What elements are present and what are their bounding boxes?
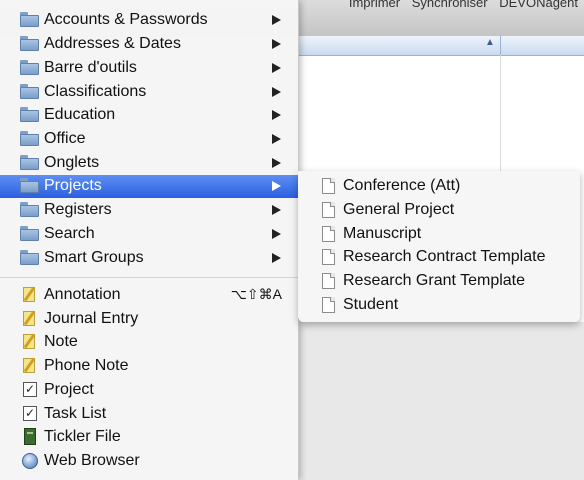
submenu-arrow-icon (272, 229, 281, 239)
menu-item-accounts-passwords[interactable]: Accounts & Passwords (0, 9, 298, 32)
document-icon (322, 226, 335, 242)
menu-item-label: Accounts & Passwords (44, 11, 208, 28)
menu-item-office[interactable]: Office (0, 128, 298, 151)
folder-icon (20, 250, 39, 266)
submenu-arrow-icon (272, 110, 281, 120)
projects-submenu: Conference (Att) General Project Manuscr… (298, 171, 580, 322)
menu-item-label: Registers (44, 201, 112, 218)
submenu-item-research-grant[interactable]: Research Grant Template (298, 270, 580, 293)
menu-item-label: Classifications (44, 83, 147, 100)
menu-item-phone-note[interactable]: Phone Note (0, 355, 298, 378)
menu-item-label: Phone Note (44, 357, 129, 374)
menu-item-project[interactable]: ✓ Project (0, 379, 298, 402)
menu-item-label: Web Browser (44, 452, 140, 469)
submenu-arrow-icon (272, 87, 281, 97)
submenu-arrow-icon (272, 134, 281, 144)
note-icon (23, 333, 37, 350)
menu-item-classifications[interactable]: Classifications (0, 81, 298, 104)
menu-item-registers[interactable]: Registers (0, 199, 298, 222)
folder-icon (20, 155, 39, 171)
sort-ascending-icon[interactable]: ▲ (485, 37, 495, 48)
submenu-item-label: Student (343, 296, 399, 313)
menu-item-label: Smart Groups (44, 249, 144, 266)
checkbox-icon: ✓ (23, 382, 37, 397)
submenu-item-label: Manuscript (343, 225, 422, 242)
menu-item-note[interactable]: Note (0, 331, 298, 354)
submenu-arrow-icon (272, 39, 281, 49)
folder-icon (20, 202, 39, 218)
column-divider (500, 36, 501, 55)
menu-item-onglets[interactable]: Onglets (0, 152, 298, 175)
menu-item-projects[interactable]: Projects (0, 175, 298, 198)
folder-icon (20, 36, 39, 52)
note-icon (23, 286, 37, 303)
folder-icon (20, 60, 39, 76)
menu-item-label: Projects (44, 177, 102, 194)
submenu-item-student[interactable]: Student (298, 294, 580, 317)
toolbar-sync-button[interactable]: Synchroniser (412, 0, 488, 10)
submenu-arrow-icon (272, 15, 281, 25)
document-icon (322, 249, 335, 265)
note-icon (23, 310, 37, 327)
submenu-item-label: Conference (Att) (343, 177, 461, 194)
submenu-arrow-icon (272, 205, 281, 215)
submenu-arrow-icon (272, 181, 281, 191)
submenu-arrow-icon (272, 253, 281, 263)
submenu-item-label: Research Grant Template (343, 272, 526, 289)
menu-item-journal-entry[interactable]: Journal Entry (0, 308, 298, 331)
submenu-item-research-contract[interactable]: Research Contract Template (298, 246, 580, 269)
menu-item-search[interactable]: Search (0, 223, 298, 246)
menu-item-label: Search (44, 225, 95, 242)
menu-separator (0, 277, 298, 278)
checkbox-icon: ✓ (23, 406, 37, 421)
menu-item-label: Barre d'outils (44, 59, 137, 76)
folder-icon (20, 131, 39, 147)
menu-item-label: Journal Entry (44, 310, 139, 327)
menu-item-label: Annotation (44, 286, 121, 303)
menu-item-label: Project (44, 381, 94, 398)
submenu-item-manuscript[interactable]: Manuscript (298, 223, 580, 246)
submenu-arrow-icon (272, 158, 281, 168)
menu-item-label: Note (44, 333, 78, 350)
note-icon (23, 357, 37, 374)
folder-icon (20, 12, 39, 28)
menu-item-smart-groups[interactable]: Smart Groups (0, 247, 298, 270)
document-icon (322, 273, 335, 289)
folder-icon (20, 84, 39, 100)
menu-item-addresses-dates[interactable]: Addresses & Dates (0, 33, 298, 56)
document-icon (322, 178, 335, 194)
submenu-item-label: Research Contract Template (343, 248, 546, 265)
menu-item-barre-doutils[interactable]: Barre d'outils (0, 57, 298, 80)
folder-icon (20, 178, 39, 194)
menu-item-label: Education (44, 106, 116, 123)
keyboard-shortcut: ⌥⇧⌘A (230, 286, 282, 302)
submenu-arrow-icon (272, 63, 281, 73)
globe-icon (22, 453, 38, 469)
list-column-header[interactable] (298, 36, 584, 56)
tickler-icon (24, 428, 36, 445)
folder-icon (20, 226, 39, 242)
new-from-template-menu: Accounts & Passwords Addresses & Dates B… (0, 0, 299, 480)
content-pane (298, 322, 584, 480)
document-icon (322, 202, 335, 218)
menu-item-education[interactable]: Education (0, 104, 298, 127)
submenu-item-label: General Project (343, 201, 455, 218)
toolbar-labels: Imprimer Synchroniser DEVONagent (341, 0, 578, 10)
menu-item-web-browser[interactable]: Web Browser (0, 450, 298, 473)
menu-item-label: Addresses & Dates (44, 35, 181, 52)
document-icon (322, 297, 335, 313)
submenu-item-conference[interactable]: Conference (Att) (298, 175, 580, 198)
menu-item-label: Tickler File (44, 428, 121, 445)
menu-item-annotation[interactable]: Annotation ⌥⇧⌘A (0, 284, 298, 307)
menu-item-label: Onglets (44, 154, 100, 171)
submenu-item-general-project[interactable]: General Project (298, 199, 580, 222)
toolbar-devonagent-button[interactable]: DEVONagent (499, 0, 578, 10)
menu-item-label: Office (44, 130, 86, 147)
menu-item-label: Task List (44, 405, 107, 422)
menu-item-tickler-file[interactable]: Tickler File (0, 426, 298, 449)
toolbar-print-button[interactable]: Imprimer (349, 0, 400, 10)
menu-item-task-list[interactable]: ✓ Task List (0, 403, 298, 426)
folder-icon (20, 107, 39, 123)
